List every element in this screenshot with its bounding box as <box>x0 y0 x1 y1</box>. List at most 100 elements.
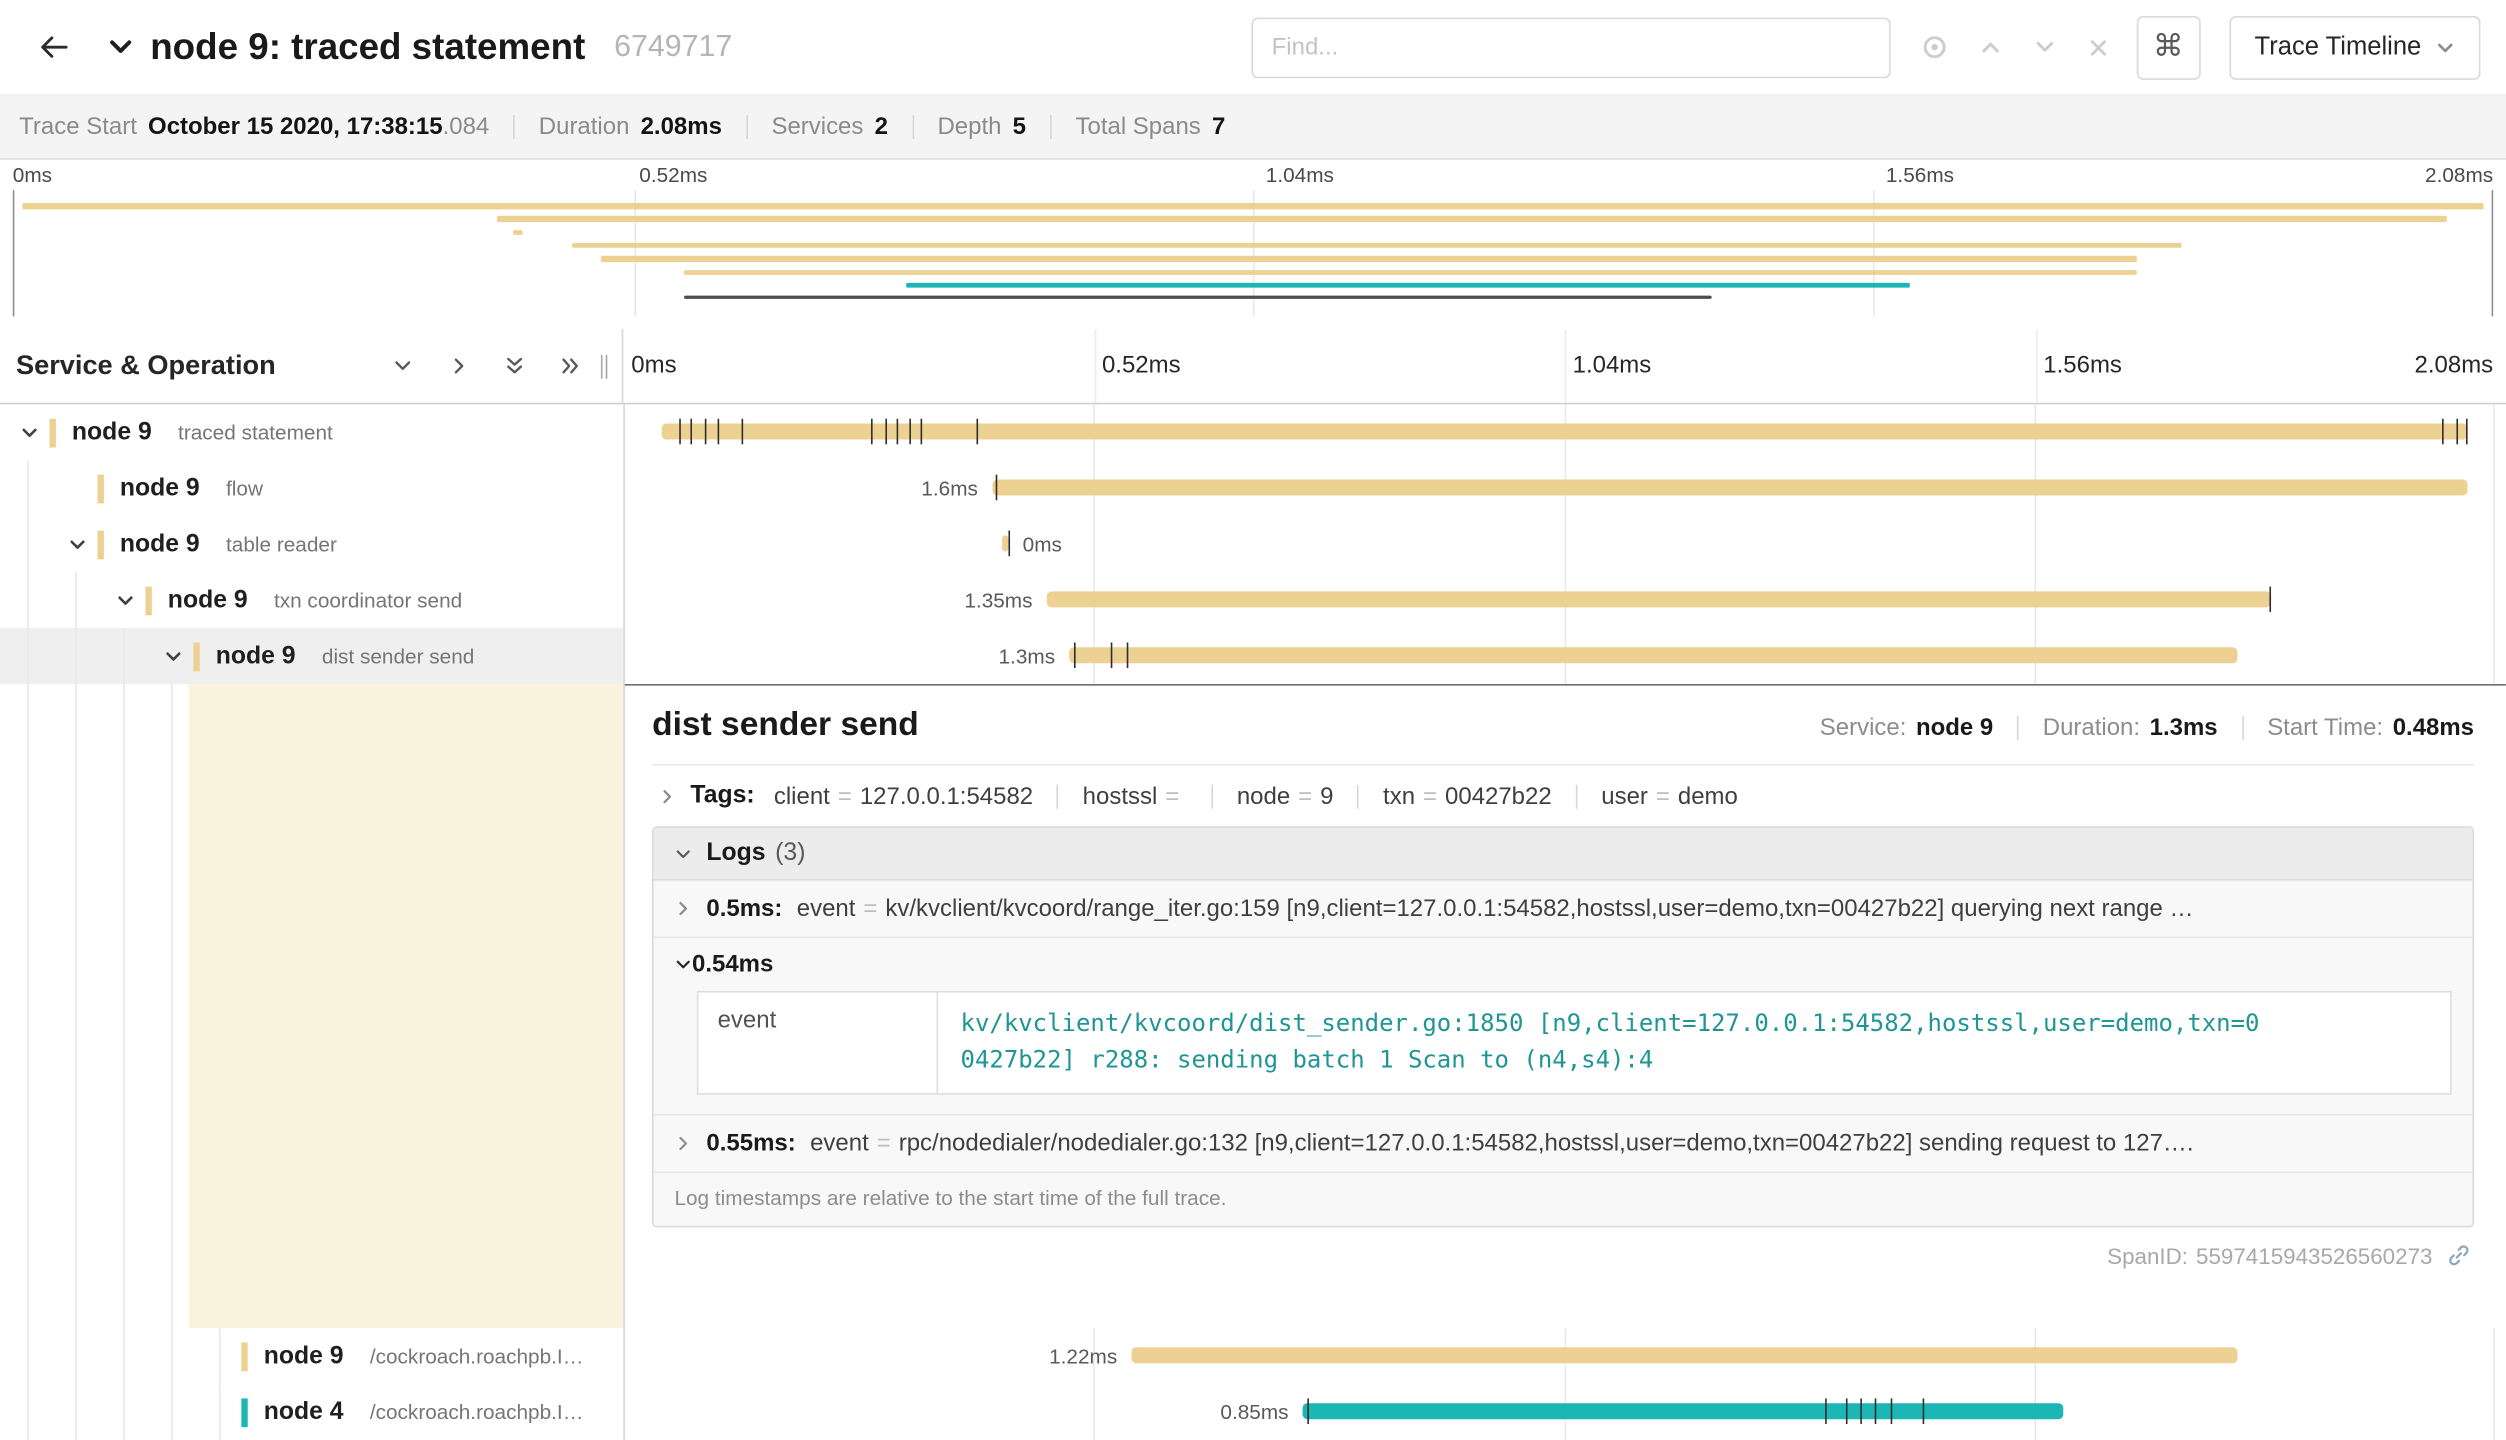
log-value: kv/kvclient/kvcoord/dist_sender.go:1850 … <box>938 992 2288 1092</box>
indent-guide <box>171 1384 173 1440</box>
log-entry-header[interactable]: 0.54ms <box>654 938 2473 988</box>
trace-title-group[interactable]: node 9: traced statement 6749717 <box>105 26 732 69</box>
span-name-cell[interactable]: node 4 /cockroach.roachpb.I… <box>0 1384 623 1440</box>
indent-guide <box>171 684 173 1328</box>
span-bar[interactable] <box>1003 535 1009 551</box>
span-id-row: SpanID: 5597415943526560273 <box>652 1227 2474 1269</box>
expand-one-icon[interactable] <box>447 355 469 377</box>
log-entry[interactable]: 0.5ms: event = kv/kvclient/kvcoord/range… <box>654 881 2473 939</box>
span-timeline-cell[interactable]: 1.6ms <box>623 460 2506 516</box>
timeline-tick: 0.52ms <box>1102 329 1181 403</box>
span-name-cell[interactable]: node 9 flow <box>0 460 623 516</box>
span-row-node9-batch[interactable]: node 9 /cockroach.roachpb.I… 1.22ms <box>0 1328 2506 1384</box>
span-meta: Service: node 9 Duration: 1.3ms Start Ti… <box>1820 714 2474 741</box>
services-label: Services <box>771 113 863 140</box>
span-bar[interactable] <box>1047 591 2271 607</box>
span-color-bar <box>50 418 56 447</box>
trace-start-value: October 15 2020, 17:38:15 <box>148 113 443 140</box>
indent-guide <box>75 684 77 1328</box>
chevron-down-icon <box>2436 38 2455 57</box>
chevron-down-icon[interactable] <box>19 422 40 443</box>
locate-icon[interactable] <box>1921 34 1948 61</box>
span-title: dist sender send <box>652 706 919 744</box>
link-icon[interactable] <box>2447 1243 2471 1267</box>
timeline-tick: 1.56ms <box>2043 329 2122 403</box>
start-time-label: Start Time: <box>2267 714 2383 741</box>
minimap-span <box>683 269 2137 275</box>
chevron-up-icon[interactable] <box>1978 35 2002 59</box>
span-row-txn-coordinator-send[interactable]: node 9 txn coordinator send 1.35ms <box>0 572 2506 628</box>
span-timeline-cell[interactable]: 0ms <box>623 516 2506 572</box>
log-entry[interactable]: 0.55ms: event = rpc/nodedialer/nodediale… <box>654 1115 2473 1173</box>
column-resize-handle[interactable] <box>601 354 615 378</box>
span-bar[interactable] <box>1303 1403 2064 1419</box>
chevron-down-icon[interactable] <box>163 646 184 667</box>
indent-guide <box>171 1328 173 1384</box>
indent-guide <box>75 1384 77 1440</box>
total-spans-label: Total Spans <box>1076 113 1201 140</box>
span-row-node4-batch[interactable]: node 4 /cockroach.roachpb.I… 0.85ms <box>0 1384 2506 1440</box>
find-input[interactable] <box>1251 17 1890 78</box>
logs-header[interactable]: Logs (3) <box>654 828 2473 881</box>
indent-guide <box>27 572 29 628</box>
duration-label: Duration: <box>2043 714 2140 741</box>
span-bar[interactable] <box>1069 647 2236 663</box>
start-time-value: 0.48ms <box>2393 714 2474 741</box>
span-bar[interactable] <box>992 479 2468 495</box>
top-bar: node 9: traced statement 6749717 ⌘ Trace… <box>0 0 2506 96</box>
minimap-canvas[interactable] <box>13 190 2493 316</box>
trace-view-selector[interactable]: Trace Timeline <box>2229 15 2480 79</box>
page-title: node 9: traced statement <box>150 26 585 69</box>
indent-guide <box>75 572 77 628</box>
span-row-traced-statement[interactable]: node 9 traced statement <box>0 404 2506 460</box>
chevron-down-icon[interactable] <box>2032 35 2056 59</box>
collapse-one-icon[interactable] <box>392 355 414 377</box>
service-operation-header: Service & Operation <box>0 329 623 403</box>
timeline-header-row: Service & Operation 0ms <box>0 329 2506 404</box>
span-name-cell[interactable]: node 9 dist sender send <box>0 628 623 684</box>
minimap-span <box>572 243 2182 249</box>
trace-minimap: 0ms 0.52ms 1.04ms 1.56ms 2.08ms <box>0 160 2506 317</box>
chevron-down-icon[interactable] <box>105 32 135 62</box>
equals-sign: = <box>877 1129 891 1156</box>
logs-label: Logs <box>706 839 765 868</box>
log-key: event <box>797 895 856 922</box>
keyboard-shortcuts-button[interactable]: ⌘ <box>2136 15 2200 79</box>
tag-item: client=127.0.0.1:54582 <box>774 782 1033 809</box>
span-timeline-cell[interactable]: 1.35ms <box>623 572 2506 628</box>
duration-label: Duration <box>539 113 630 140</box>
tags-accordion[interactable]: Tags: client=127.0.0.1:54582 hostssl= no… <box>652 766 2474 827</box>
span-timeline-cell[interactable]: 1.22ms <box>623 1328 2506 1384</box>
back-button[interactable] <box>0 0 105 94</box>
indent-guide <box>27 1328 29 1384</box>
span-timeline-cell[interactable] <box>623 404 2506 460</box>
span-bar[interactable] <box>1132 1347 2237 1363</box>
span-row-flow[interactable]: node 9 flow 1.6ms <box>0 460 2506 516</box>
expand-all-icon[interactable] <box>559 355 581 377</box>
chevron-down-icon[interactable] <box>115 590 136 611</box>
span-timeline-cell[interactable]: 0.85ms <box>623 1384 2506 1440</box>
clear-icon[interactable] <box>2087 36 2109 58</box>
span-bar[interactable] <box>661 424 2468 440</box>
operation-name: traced statement <box>178 420 333 444</box>
span-row-dist-sender-send[interactable]: node 9 dist sender send 1.3ms <box>0 628 2506 684</box>
service-name: node 9 <box>72 419 152 446</box>
duration-label: 1.6ms <box>921 460 978 516</box>
minimap-span <box>683 296 1711 299</box>
indent-guide <box>27 460 29 516</box>
log-entry-expanded: 0.54ms event kv/kvclient/kvcoord/dist_se… <box>654 938 2473 1115</box>
span-row-table-reader[interactable]: node 9 table reader 0ms <box>0 516 2506 572</box>
span-timeline-cell[interactable]: 1.3ms <box>623 628 2506 684</box>
divider <box>746 115 748 139</box>
span-name-cell[interactable]: node 9 txn coordinator send <box>0 572 623 628</box>
span-name-cell[interactable]: node 9 /cockroach.roachpb.I… <box>0 1328 623 1384</box>
span-name-cell[interactable]: node 9 table reader <box>0 516 623 572</box>
collapse-all-icon[interactable] <box>503 355 525 377</box>
column-divider <box>623 404 625 1440</box>
chevron-right-icon <box>658 787 676 805</box>
gridline <box>1094 329 1096 403</box>
chevron-down-icon[interactable] <box>67 534 88 555</box>
chevron-down-icon <box>674 956 692 974</box>
span-name-cell[interactable]: node 9 traced statement <box>0 404 623 460</box>
indent-guide <box>27 1384 29 1440</box>
